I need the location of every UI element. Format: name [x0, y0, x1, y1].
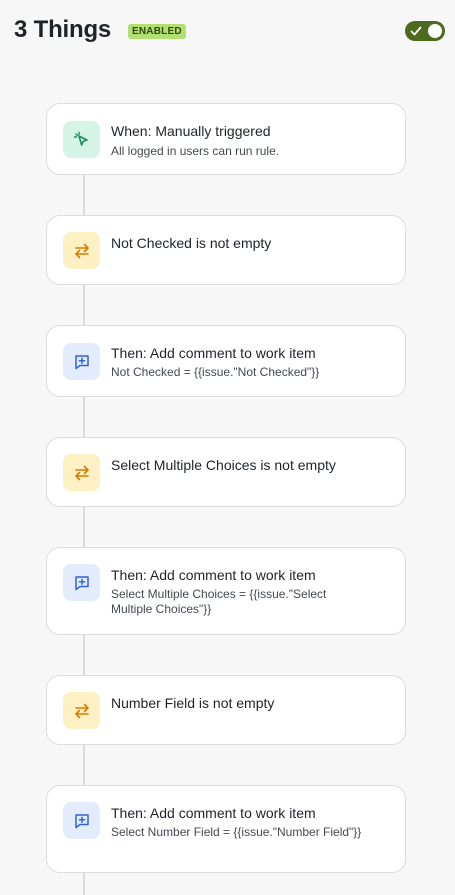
- condition-card[interactable]: Number Field is not empty: [46, 675, 406, 745]
- step-title: Then: Add comment to work item: [111, 567, 316, 583]
- comment-add-icon: [74, 575, 89, 590]
- action-card[interactable]: Then: Add comment to work item Not Check…: [46, 325, 406, 397]
- swap-arrows-icon: [74, 465, 89, 480]
- step-subtitle: Not Checked = {{issue."Not Checked"}}: [111, 365, 320, 379]
- action-card[interactable]: Then: Add comment to work item Select Mu…: [46, 547, 406, 635]
- step-subtitle: All logged in users can run rule.: [111, 144, 280, 158]
- action-icon-box: [63, 564, 100, 601]
- rule-title: 3 Things: [14, 16, 112, 43]
- step-title: Not Checked is not empty: [111, 235, 272, 251]
- flow-connector: [83, 396, 85, 438]
- check-icon: [410, 26, 422, 36]
- swap-arrows-icon: [74, 703, 89, 718]
- action-icon-box: [63, 343, 100, 380]
- condition-card[interactable]: Not Checked is not empty: [46, 215, 406, 285]
- swap-arrows-icon: [74, 243, 89, 258]
- trigger-icon-box: [63, 121, 100, 158]
- trigger-card[interactable]: When: Manually triggered All logged in u…: [46, 103, 406, 175]
- flow-connector: [83, 872, 85, 895]
- enable-toggle[interactable]: [405, 21, 445, 41]
- step-title: Select Multiple Choices is not empty: [111, 457, 336, 473]
- step-subtitle: Select Multiple Choices = {{issue."Selec…: [111, 587, 327, 616]
- step-title: When: Manually triggered: [111, 123, 271, 139]
- cursor-click-icon: [73, 131, 88, 146]
- flow-connector: [83, 744, 85, 786]
- flow-connector: [83, 506, 85, 548]
- action-icon-box: [63, 802, 100, 839]
- step-title: Then: Add comment to work item: [111, 345, 316, 361]
- step-title: Number Field is not empty: [111, 695, 275, 711]
- condition-icon-box: [63, 232, 100, 269]
- condition-icon-box: [63, 454, 100, 491]
- flow-connector: [83, 634, 85, 676]
- step-title: Then: Add comment to work item: [111, 805, 316, 821]
- condition-icon-box: [63, 692, 100, 729]
- flow-connector: [83, 284, 85, 326]
- status-badge: ENABLED: [128, 24, 186, 39]
- toggle-knob: [428, 24, 442, 38]
- action-card[interactable]: Then: Add comment to work item Select Nu…: [46, 785, 406, 873]
- condition-card[interactable]: Select Multiple Choices is not empty: [46, 437, 406, 507]
- step-subtitle: Select Number Field = {{issue."Number Fi…: [111, 825, 362, 839]
- flow-connector: [83, 174, 85, 216]
- comment-add-icon: [74, 354, 89, 369]
- rule-header: 3 Things ENABLED: [0, 0, 455, 62]
- comment-add-icon: [74, 813, 89, 828]
